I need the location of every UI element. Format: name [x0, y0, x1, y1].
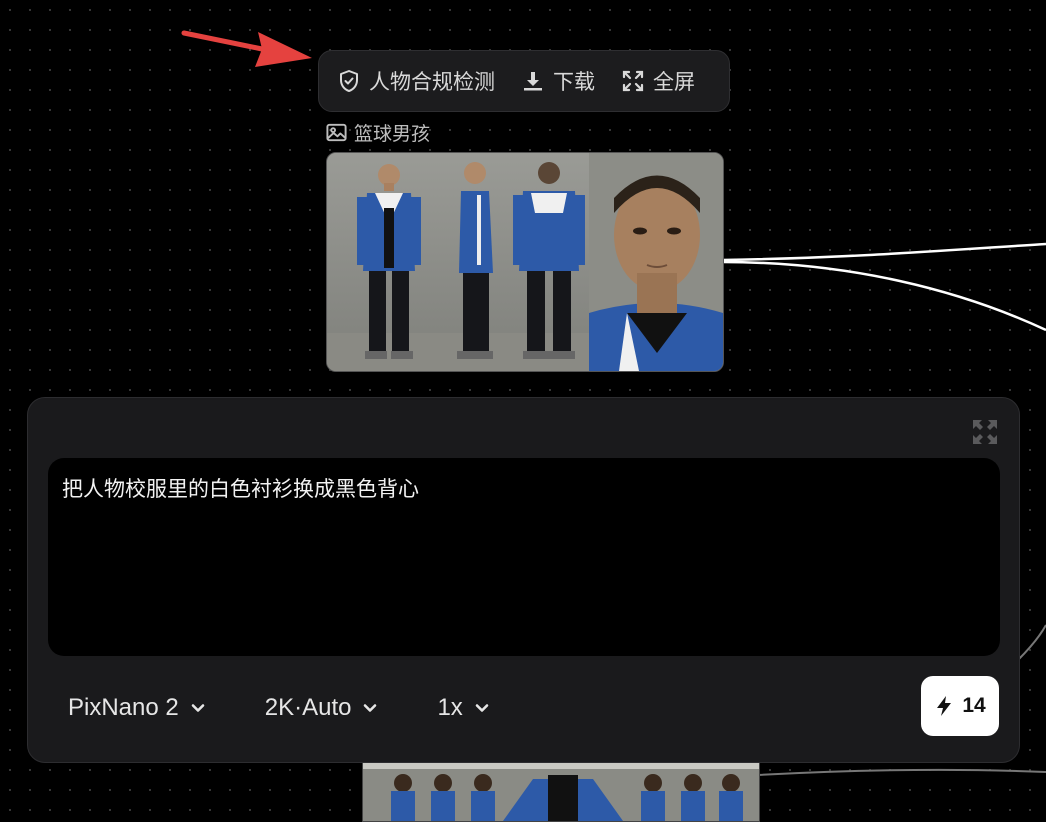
download-button[interactable]: 下载 [521, 66, 595, 96]
resolution-select[interactable]: 2K·Auto [265, 694, 380, 722]
compliance-check-button[interactable]: 人物合规检测 [337, 66, 495, 96]
lightning-icon [937, 696, 952, 716]
node-title: 篮球男孩 [325, 119, 430, 146]
expand-panel-button[interactable] [971, 418, 999, 446]
image-toolbar: 人物合规检测 下载 全屏 [318, 50, 730, 112]
credit-cost: 14 [962, 694, 986, 717]
prompt-text: 把人物校服里的白色衬衫换成黑色背心 [62, 478, 419, 501]
download-icon [524, 72, 542, 91]
fullscreen-icon [622, 70, 644, 92]
prompt-panel: 把人物校服里的白色衬衫换成黑色背心 PixNano 2 2K·Auto 1x 1… [27, 397, 1020, 763]
fullscreen-label: 全屏 [653, 71, 695, 94]
character-image-node[interactable] [326, 152, 724, 372]
model-select[interactable]: PixNano 2 [68, 694, 207, 722]
generation-controls: PixNano 2 2K·Auto 1x [68, 694, 491, 722]
model-select-value: PixNano 2 [68, 694, 179, 721]
shield-check-icon [340, 70, 358, 92]
expand-icon [973, 420, 997, 444]
chevron-down-icon [364, 704, 377, 712]
count-select-value: 1x [437, 694, 463, 721]
count-select[interactable]: 1x [437, 694, 490, 722]
annotation-arrow [181, 30, 312, 67]
group-photo-thumbnail[interactable] [362, 760, 760, 822]
character-turnaround-image [327, 153, 723, 371]
chevron-down-icon [191, 704, 205, 712]
compliance-check-label: 人物合规检测 [369, 71, 495, 94]
chevron-down-icon [475, 704, 489, 712]
resolution-select-value: 2K·Auto [264, 694, 352, 721]
generate-button[interactable]: 14 [921, 676, 999, 736]
image-icon [326, 123, 347, 142]
prompt-input[interactable]: 把人物校服里的白色衬衫换成黑色背心 [48, 458, 1000, 656]
download-label: 下载 [553, 71, 595, 94]
fullscreen-button[interactable]: 全屏 [621, 66, 695, 96]
group-photo-image [363, 761, 759, 821]
node-title-text: 篮球男孩 [354, 124, 431, 145]
